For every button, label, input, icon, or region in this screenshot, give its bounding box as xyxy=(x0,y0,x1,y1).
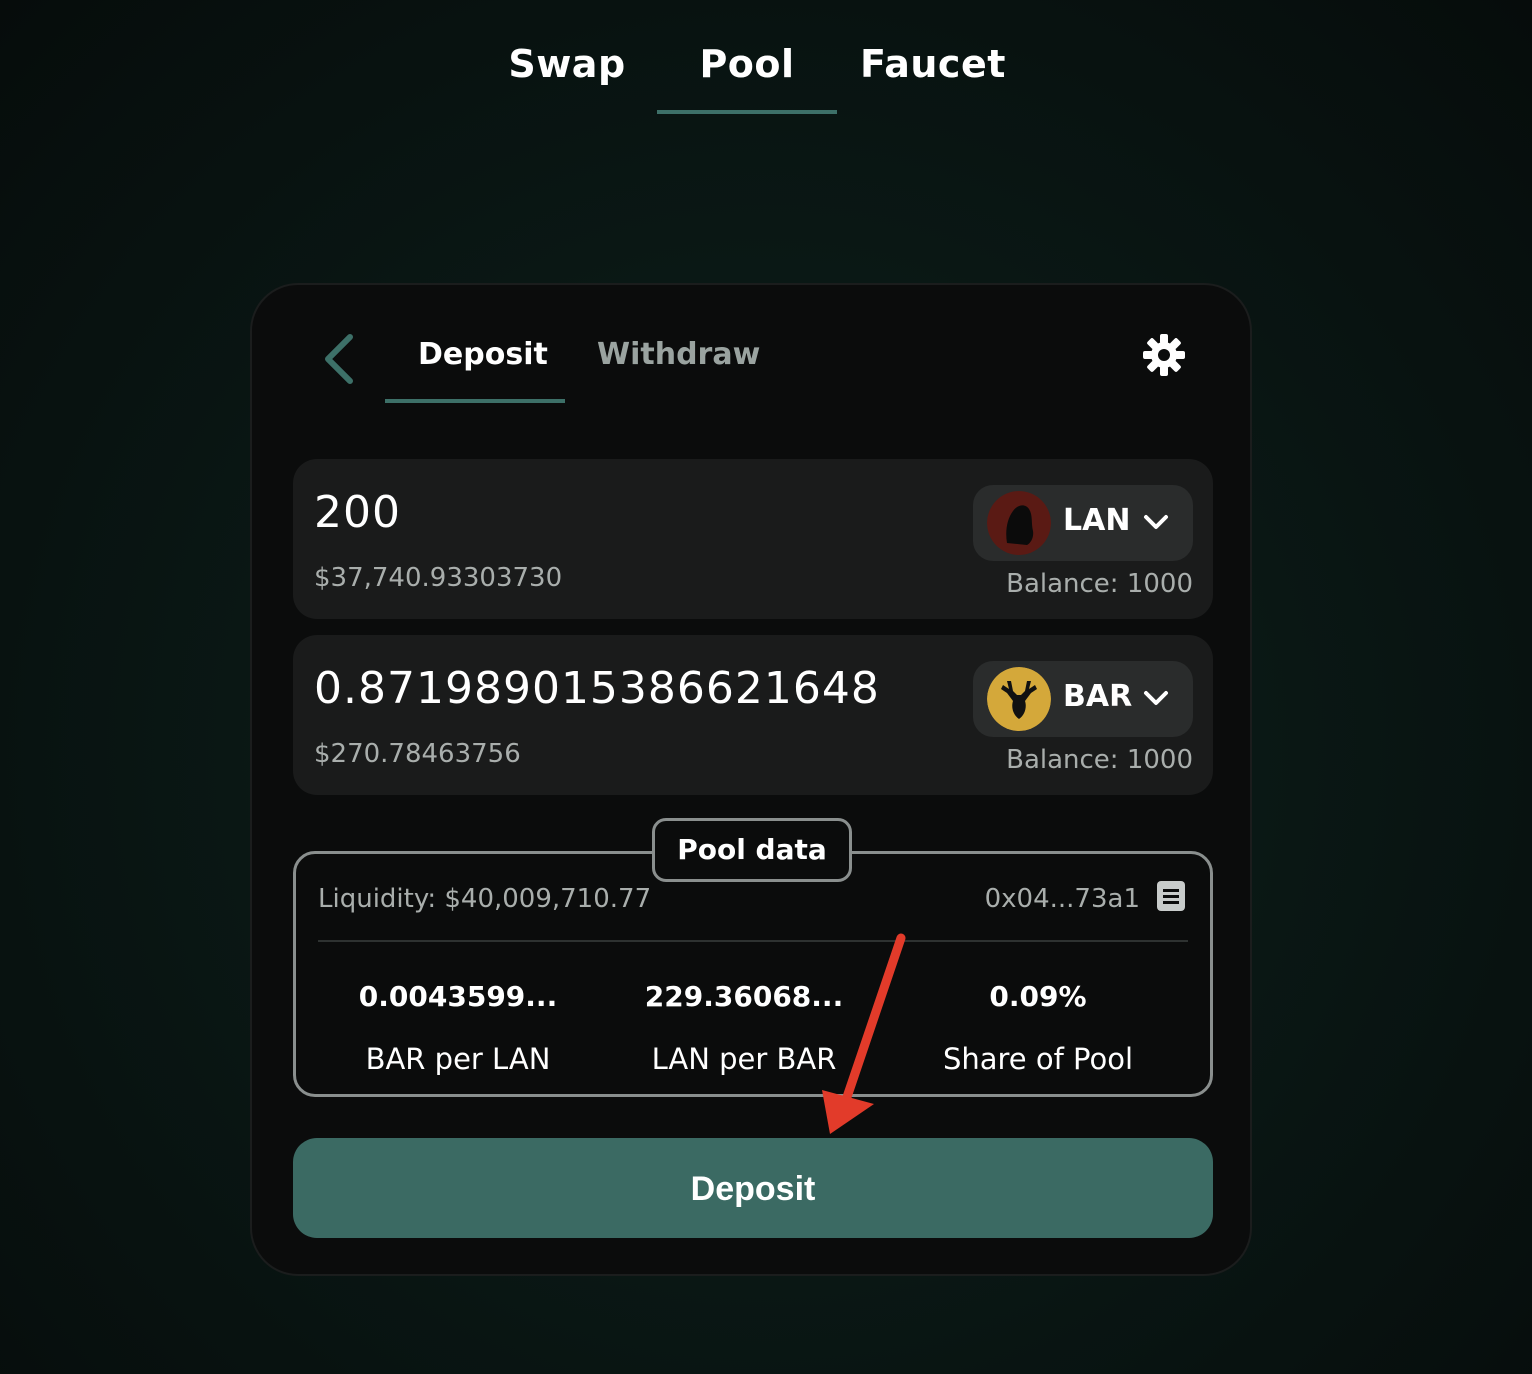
nav-active-indicator xyxy=(657,110,837,114)
nav-tab-faucet[interactable]: Faucet xyxy=(860,42,1005,86)
token-input-lan: 200 $37,740.93303730 LAN Balance: 1000 xyxy=(293,459,1213,619)
nav-tab-pool[interactable]: Pool xyxy=(657,42,837,86)
nav-tab-swap[interactable]: Swap xyxy=(500,42,634,86)
deposit-button[interactable]: Deposit xyxy=(293,1138,1213,1238)
token-selector-lan[interactable]: LAN xyxy=(973,485,1193,561)
token-balance: Balance: 1000 xyxy=(1006,569,1193,599)
usd-value: $270.78463756 xyxy=(314,739,521,769)
stat-bar-per-lan-value: 0.0043599... xyxy=(358,980,558,1013)
stat-lan-per-bar-value: 229.36068... xyxy=(644,980,844,1013)
tab-deposit[interactable]: Deposit xyxy=(418,337,548,372)
stat-bar-per-lan-label: BAR per LAN xyxy=(365,1042,551,1076)
amount-input[interactable]: 200 xyxy=(314,487,401,538)
token-selector-bar[interactable]: BAR xyxy=(973,661,1193,737)
bar-token-icon xyxy=(987,667,1051,731)
stat-share-of-pool-label: Share of Pool xyxy=(942,1042,1134,1076)
stat-lan-per-bar-label: LAN per BAR xyxy=(651,1042,837,1076)
token-symbol: LAN xyxy=(1063,503,1131,538)
top-nav: Swap Pool Faucet xyxy=(0,0,1532,120)
pool-data-panel: Liquidity: $40,009,710.77 0x04...73a1 0.… xyxy=(293,851,1213,1097)
back-icon[interactable] xyxy=(318,331,362,387)
pool-data-title: Pool data xyxy=(652,818,852,882)
lan-token-icon xyxy=(987,491,1051,555)
pool-liquidity: Liquidity: $40,009,710.77 xyxy=(318,884,652,914)
divider xyxy=(318,940,1188,942)
token-symbol: BAR xyxy=(1063,679,1133,714)
chevron-down-icon xyxy=(1144,515,1168,529)
pool-address: 0x04...73a1 xyxy=(984,884,1140,914)
amount-input[interactable]: 0.871989015386621648 xyxy=(314,663,880,714)
tab-withdraw[interactable]: Withdraw xyxy=(597,337,760,372)
token-balance: Balance: 1000 xyxy=(1006,745,1193,775)
gear-icon[interactable] xyxy=(1142,333,1186,377)
document-copy-icon[interactable] xyxy=(1156,880,1186,912)
usd-value: $37,740.93303730 xyxy=(314,563,563,593)
tab-active-indicator xyxy=(385,399,565,403)
deposit-card: Deposit Withdraw 200 $37,740.93303730 LA… xyxy=(250,283,1252,1276)
stat-share-of-pool-value: 0.09% xyxy=(989,980,1087,1013)
token-input-bar: 0.871989015386621648 $270.78463756 BAR B… xyxy=(293,635,1213,795)
chevron-down-icon xyxy=(1144,691,1168,705)
